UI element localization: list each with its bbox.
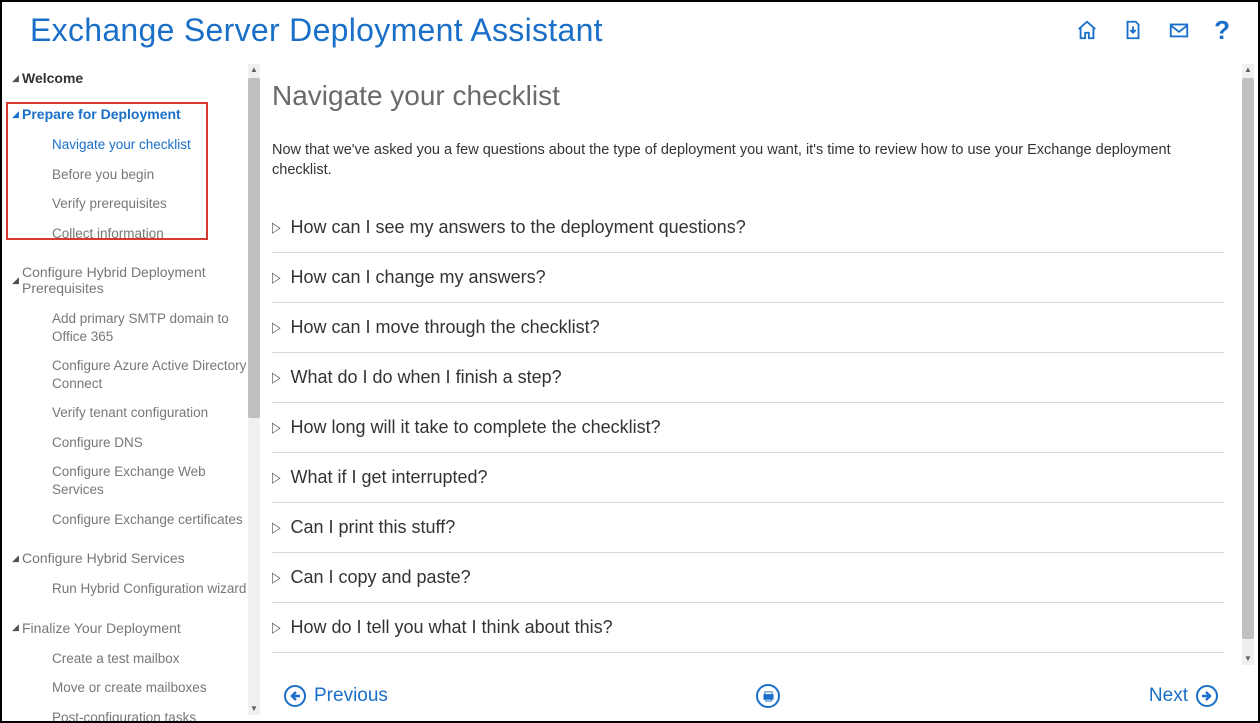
nav-item-smtp-domain[interactable]: Add primary SMTP domain to Office 365 (48, 304, 260, 351)
chevron-down-icon: ◢ (12, 109, 19, 120)
nav-item-tenant-config[interactable]: Verify tenant configuration (48, 398, 260, 428)
previous-button[interactable]: Previous (284, 685, 388, 707)
chevron-right-icon: ▷ (272, 619, 280, 636)
nav-items: Create a test mailbox Move or create mai… (8, 644, 260, 721)
chevron-right-icon: ▷ (272, 269, 280, 286)
accordion-label: What if I get interrupted? (290, 467, 487, 488)
header-actions: ? (1076, 15, 1230, 46)
nav-section-finalize: ◢ Finalize Your Deployment Create a test… (8, 616, 260, 721)
chevron-right-icon: ▷ (272, 519, 280, 536)
chevron-right-icon: ▷ (272, 569, 280, 586)
nav-head-welcome[interactable]: ◢ Welcome (8, 66, 260, 90)
accordion-item[interactable]: ▷ How can I see my answers to the deploy… (272, 203, 1224, 253)
arrow-right-icon (1196, 685, 1218, 707)
print-button[interactable] (756, 684, 780, 708)
accordion-item[interactable]: ▷ How can I move through the checklist? (272, 303, 1224, 353)
chevron-down-icon: ◢ (12, 553, 19, 564)
chevron-right-icon: ▷ (272, 219, 280, 236)
accordion-label: How can I see my answers to the deployme… (290, 217, 745, 238)
nav-head-label: Configure Hybrid Deployment Prerequisite… (22, 264, 254, 296)
accordion-label: How can I change my answers? (290, 267, 545, 288)
nav-head-label: Configure Hybrid Services (22, 550, 185, 566)
arrow-left-icon (284, 685, 306, 707)
accordion-item[interactable]: ▷ How can I change my answers? (272, 253, 1224, 303)
help-icon[interactable]: ? (1214, 15, 1230, 46)
app-title: Exchange Server Deployment Assistant (30, 12, 603, 49)
nav-item-navigate-checklist[interactable]: Navigate your checklist (48, 130, 260, 160)
header: Exchange Server Deployment Assistant ? (2, 2, 1258, 58)
chevron-down-icon: ◢ (12, 275, 19, 286)
scroll-up-icon[interactable]: ▲ (248, 64, 260, 76)
scroll-up-icon[interactable]: ▲ (1242, 64, 1254, 76)
chevron-right-icon: ▷ (272, 469, 280, 486)
nav-head-finalize[interactable]: ◢ Finalize Your Deployment (8, 616, 260, 640)
nav-item-verify-prereq[interactable]: Verify prerequisites (48, 189, 260, 219)
previous-label: Previous (314, 685, 388, 707)
accordion-label: Can I print this stuff? (290, 517, 455, 538)
nav-head-hybrid-services[interactable]: ◢ Configure Hybrid Services (8, 546, 260, 570)
nav-head-label: Finalize Your Deployment (22, 620, 181, 636)
nav-items: Navigate your checklist Before you begin… (8, 130, 260, 248)
page-title: Navigate your checklist (272, 80, 1224, 112)
main-layout: ◢ Welcome ◢ Prepare for Deployment Navig… (2, 58, 1258, 721)
accordion-item[interactable]: ▷ Can I copy and paste? (272, 553, 1224, 603)
home-icon[interactable] (1076, 19, 1098, 41)
nav-section-hybrid-prereq: ◢ Configure Hybrid Deployment Prerequisi… (8, 260, 260, 534)
accordion-label: How long will it take to complete the ch… (290, 417, 660, 438)
accordion-item[interactable]: ▷ Can I print this stuff? (272, 503, 1224, 553)
nav-head-label: Prepare for Deployment (22, 106, 181, 122)
nav-head-hybrid-prereq[interactable]: ◢ Configure Hybrid Deployment Prerequisi… (8, 260, 260, 300)
accordion-item[interactable]: ▷ How long will it take to complete the … (272, 403, 1224, 453)
chevron-down-icon: ◢ (12, 73, 19, 84)
nav-items: Run Hybrid Configuration wizard (8, 574, 260, 604)
nav-item-collect-info[interactable]: Collect information (48, 219, 260, 249)
content-scrollbar[interactable]: ▲ ▼ (1242, 64, 1254, 665)
nav-item-hybrid-wizard[interactable]: Run Hybrid Configuration wizard (48, 574, 260, 604)
nav-item-certs[interactable]: Configure Exchange certificates (48, 505, 260, 535)
nav-item-post-config[interactable]: Post-configuration tasks (48, 703, 260, 721)
nav-item-dns[interactable]: Configure DNS (48, 428, 260, 458)
nav-section-welcome: ◢ Welcome (8, 66, 260, 90)
scroll-down-icon[interactable]: ▼ (248, 703, 260, 715)
content-wrap: Navigate your checklist Now that we've a… (260, 58, 1258, 721)
mail-icon[interactable] (1168, 19, 1190, 41)
nav-item-before-begin[interactable]: Before you begin (48, 160, 260, 190)
chevron-right-icon: ▷ (272, 369, 280, 386)
print-icon (763, 691, 774, 702)
sidebar-scrollbar[interactable]: ▲ ▼ (248, 64, 260, 715)
nav-items: Add primary SMTP domain to Office 365 Co… (8, 304, 260, 534)
accordion-item[interactable]: ▷ What do I do when I finish a step? (272, 353, 1224, 403)
download-icon[interactable] (1122, 19, 1144, 41)
chevron-right-icon: ▷ (272, 319, 280, 336)
chevron-down-icon: ◢ (12, 622, 19, 633)
content: Navigate your checklist Now that we've a… (260, 58, 1258, 671)
accordion-item[interactable]: ▷ What if I get interrupted? (272, 453, 1224, 503)
accordion-label: What do I do when I finish a step? (290, 367, 561, 388)
sidebar: ◢ Welcome ◢ Prepare for Deployment Navig… (2, 58, 260, 721)
accordion-label: Can I copy and paste? (290, 567, 470, 588)
nav-item-move-mailboxes[interactable]: Move or create mailboxes (48, 673, 260, 703)
nav-item-ews[interactable]: Configure Exchange Web Services (48, 457, 260, 504)
nav-head-label: Welcome (22, 70, 83, 86)
next-button[interactable]: Next (1149, 685, 1218, 707)
nav-head-prepare[interactable]: ◢ Prepare for Deployment (8, 102, 260, 126)
nav-section-prepare: ◢ Prepare for Deployment Navigate your c… (8, 102, 260, 248)
accordion-label: How do I tell you what I think about thi… (290, 617, 612, 638)
scroll-down-icon[interactable]: ▼ (1242, 653, 1254, 665)
scroll-thumb[interactable] (248, 78, 260, 418)
intro-text: Now that we've asked you a few questions… (272, 140, 1224, 181)
nav-section-hybrid-services: ◢ Configure Hybrid Services Run Hybrid C… (8, 546, 260, 604)
nav-item-test-mailbox[interactable]: Create a test mailbox (48, 644, 260, 674)
next-label: Next (1149, 685, 1188, 707)
accordion-item[interactable]: ▷ How do I tell you what I think about t… (272, 603, 1224, 653)
chevron-right-icon: ▷ (272, 419, 280, 436)
accordion-label: How can I move through the checklist? (290, 317, 599, 338)
footer-nav: Previous Next (260, 671, 1258, 721)
scroll-thumb[interactable] (1242, 78, 1254, 639)
nav-item-azure-ad[interactable]: Configure Azure Active Directory Connect (48, 351, 260, 398)
